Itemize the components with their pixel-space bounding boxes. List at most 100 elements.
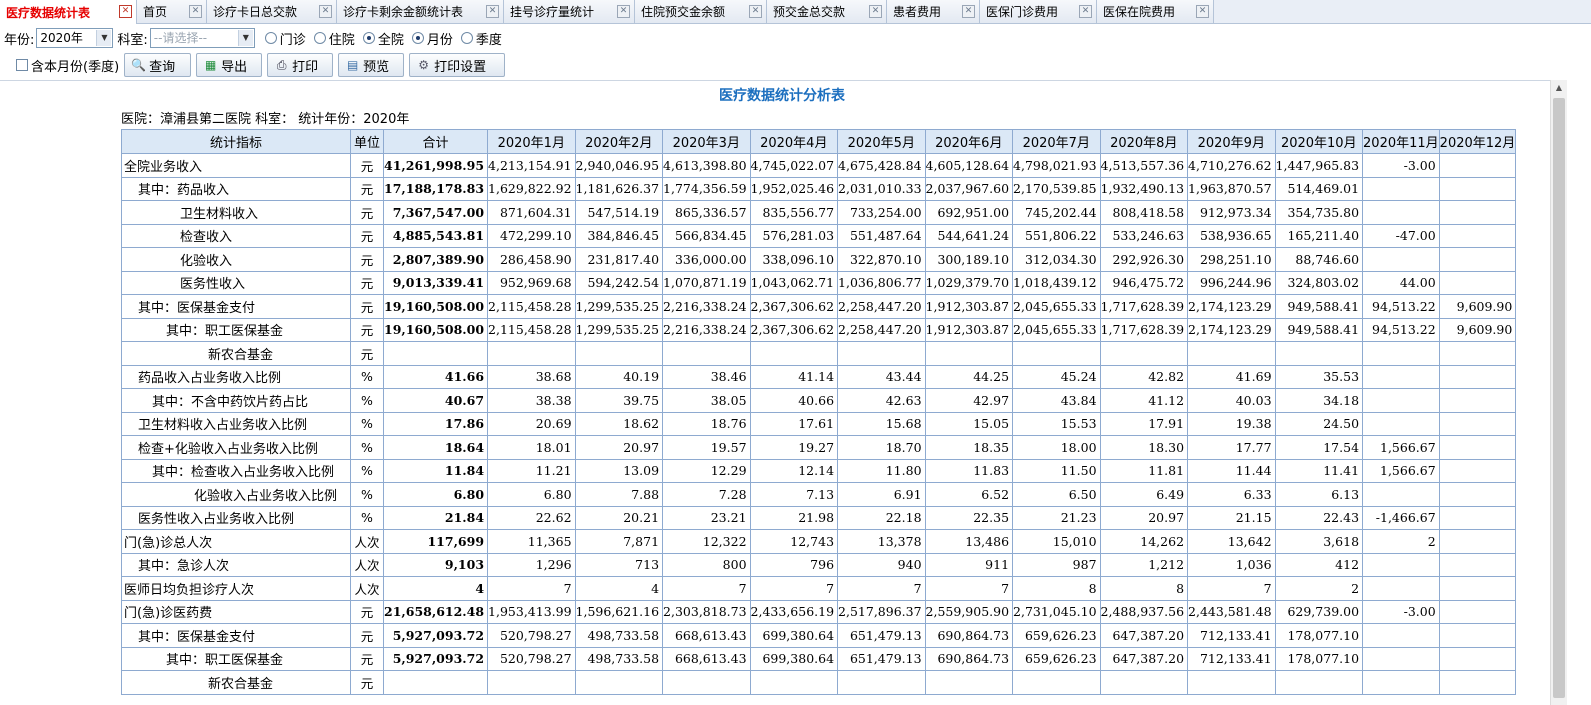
month-cell: 1,952,025.46: [749, 176, 839, 201]
radio-dot-icon[interactable]: [411, 32, 424, 44]
tab-6[interactable]: 预交金总交款 ✕: [767, 0, 887, 23]
month-cell: 2,367,306.62: [749, 294, 839, 319]
scroll-up-arrow-icon[interactable]: ▲: [1551, 80, 1567, 96]
close-icon[interactable]: ✕: [1196, 5, 1209, 18]
month-cell: 996,244.96: [1187, 270, 1276, 295]
toolbar-button-0[interactable]: 🔍 查询: [124, 53, 192, 77]
column-header: 统计指标: [121, 129, 351, 154]
month-cell: [1362, 411, 1440, 436]
month-cell: 949,588.41: [1274, 294, 1364, 319]
radio-dot-icon[interactable]: [264, 32, 277, 44]
month-cell: 1,774,356.59: [662, 176, 751, 201]
month-cell: 1,299,535.25: [574, 294, 664, 319]
tab-2[interactable]: 诊疗卡日总交款 ✕: [207, 0, 337, 23]
tab-3[interactable]: 诊疗卡剩余金额统计表 ✕: [337, 0, 504, 23]
indicator-cell: 全院业务收入: [121, 153, 351, 178]
close-icon[interactable]: ✕: [749, 5, 762, 18]
radio-4[interactable]: 季度: [460, 29, 502, 48]
indicator-cell: 医师日均负担诊疗人次: [121, 576, 351, 601]
month-cell: [1362, 482, 1440, 507]
tab-1[interactable]: 首页 ✕: [137, 0, 207, 23]
month-cell: [924, 670, 1014, 695]
unit-cell: %: [350, 364, 384, 389]
close-icon[interactable]: ✕: [119, 5, 132, 18]
month-cell: 15.05: [924, 411, 1014, 436]
month-cell: 17.77: [1187, 435, 1276, 460]
month-cell: 2,731,045.10: [1012, 599, 1101, 624]
unit-cell: 元: [350, 200, 384, 225]
tab-8[interactable]: 医保门诊费用 ✕: [980, 0, 1097, 23]
close-icon[interactable]: ✕: [486, 5, 499, 18]
close-icon[interactable]: ✕: [869, 5, 882, 18]
tab-label: 诊疗卡日总交款: [213, 5, 298, 19]
column-header: 2020年5月: [837, 129, 926, 154]
indicator-cell: 检查收入: [121, 223, 351, 248]
radio-2[interactable]: 全院: [362, 29, 404, 48]
month-cell: 14,262: [1099, 529, 1189, 554]
tab-7[interactable]: 患者费用 ✕: [887, 0, 980, 23]
month-cell: [1438, 364, 1517, 389]
dept-select[interactable]: --请选择-- ▼: [149, 28, 255, 48]
tab-5[interactable]: 住院预交金余额 ✕: [635, 0, 767, 23]
month-cell: 3,618: [1274, 529, 1364, 554]
month-cell: 18.01: [487, 435, 576, 460]
close-icon[interactable]: ✕: [189, 5, 202, 18]
radio-label: 门诊: [279, 32, 306, 48]
month-cell: 712,133.41: [1187, 646, 1276, 671]
month-cell: -47.00: [1362, 223, 1440, 248]
month-cell: 835,556.77: [749, 200, 839, 225]
month-cell: 2,170,539.85: [1012, 176, 1101, 201]
radio-dot-icon[interactable]: [313, 32, 326, 44]
month-cell: 7.28: [662, 482, 751, 507]
month-cell: 94,513.22: [1362, 294, 1440, 319]
month-cell: [1438, 411, 1517, 436]
month-cell: 6.13: [1274, 482, 1364, 507]
tab-4[interactable]: 挂号诊疗量统计 ✕: [504, 0, 635, 23]
month-cell: 699,380.64: [749, 623, 839, 648]
scrollbar-thumb[interactable]: [1553, 98, 1565, 698]
close-icon[interactable]: ✕: [1079, 5, 1092, 18]
month-cell: 19.57: [662, 435, 751, 460]
radio-dot-icon[interactable]: [362, 32, 375, 44]
table-row: 门(急)诊总人次 人次 117,699 11,365 7,871 12,322 12,743…: [121, 529, 1517, 554]
radio-1[interactable]: 住院: [313, 29, 355, 48]
month-cell: 11.50: [1012, 458, 1101, 483]
close-icon[interactable]: ✕: [617, 5, 630, 18]
month-cell: 6.91: [837, 482, 926, 507]
month-cell: 800: [662, 552, 751, 577]
vertical-scrollbar[interactable]: ▲: [1550, 80, 1567, 705]
month-cell: [1362, 670, 1440, 695]
chevron-down-icon: ▼: [96, 30, 112, 46]
radio-dot-icon[interactable]: [460, 32, 473, 44]
close-icon[interactable]: ✕: [962, 5, 975, 18]
month-cell: 7: [924, 576, 1014, 601]
month-cell: 1,912,303.87: [924, 317, 1014, 342]
radio-3[interactable]: 月份: [411, 29, 453, 48]
month-cell: 19.27: [749, 435, 839, 460]
month-cell: 354,735.80: [1274, 200, 1364, 225]
month-cell: 22.18: [837, 505, 926, 530]
year-select[interactable]: 2020年 ▼: [36, 28, 114, 48]
table-row: 卫生材料收入占业务收入比例% 17.86 20.69 18.62 18.76 17.61 1…: [121, 411, 1517, 436]
indicator-cell: 医务性收入: [121, 270, 351, 295]
month-cell: 712,133.41: [1187, 623, 1276, 648]
month-cell: 1,717,628.39: [1099, 294, 1189, 319]
month-cell: [1438, 552, 1517, 577]
close-icon[interactable]: ✕: [319, 5, 332, 18]
month-cell: [1274, 670, 1364, 695]
tab-label: 首页: [143, 5, 168, 19]
month-cell: 551,806.22: [1012, 223, 1101, 248]
tab-9[interactable]: 医保在院费用 ✕: [1097, 0, 1214, 23]
include-current-month-checkbox[interactable]: [16, 59, 28, 71]
toolbar-button-2[interactable]: ⎙ 打印: [267, 53, 334, 77]
toolbar-button-4[interactable]: ⚙ 打印设置: [409, 53, 506, 77]
month-cell: 42.82: [1099, 364, 1189, 389]
total-cell: 6.80: [382, 482, 489, 507]
radio-0[interactable]: 门诊: [264, 29, 306, 48]
tab-0[interactable]: 医疗数据统计表 ✕: [0, 0, 137, 24]
toolbar-button-1[interactable]: ▦ 导出: [196, 53, 263, 77]
toolbar-button-3[interactable]: ▤ 预览: [338, 53, 405, 77]
month-cell: 651,479.13: [837, 646, 926, 671]
month-cell: 324,803.02: [1274, 270, 1364, 295]
total-cell: 17.86: [382, 411, 489, 436]
